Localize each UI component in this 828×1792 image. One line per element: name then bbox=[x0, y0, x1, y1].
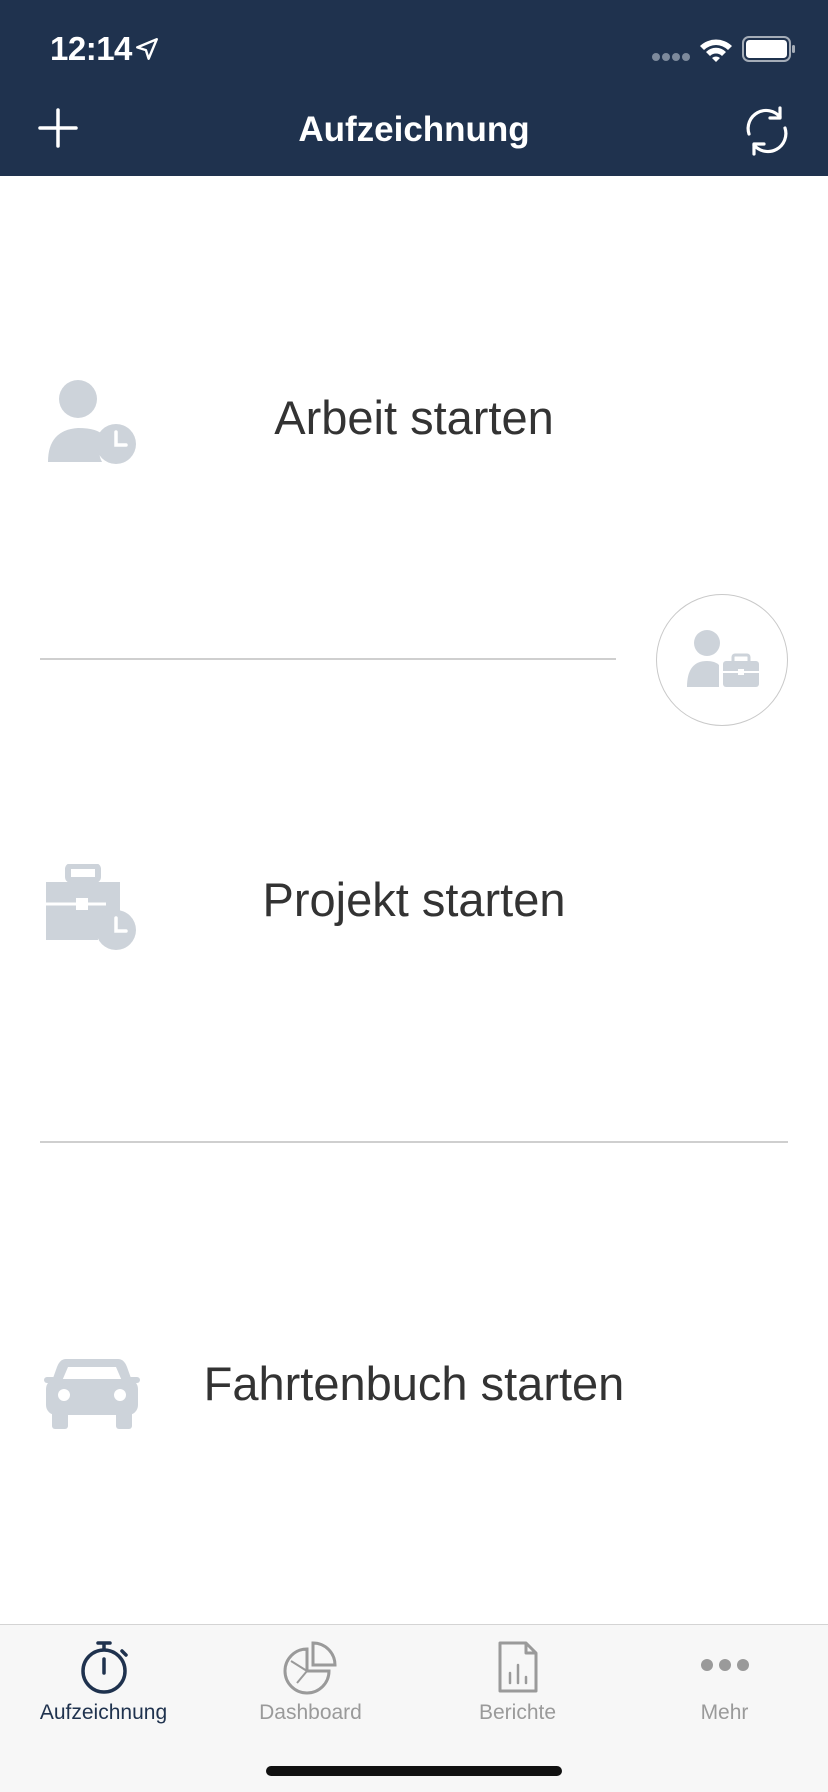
work-project-toggle-button[interactable] bbox=[656, 594, 788, 726]
battery-icon bbox=[742, 36, 795, 62]
start-work-label: Arbeit starten bbox=[274, 391, 554, 444]
start-project-button[interactable]: Projekt starten bbox=[0, 800, 828, 1000]
tab-label: Dashboard bbox=[259, 1701, 362, 1724]
stopwatch-icon bbox=[81, 1641, 128, 1694]
tab-mehr[interactable]: Mehr bbox=[621, 1625, 828, 1745]
more-dots-icon bbox=[701, 1659, 749, 1671]
cellular-signal-icon bbox=[652, 53, 690, 61]
status-time: 12:14 bbox=[50, 30, 132, 67]
divider bbox=[40, 658, 616, 660]
start-work-button[interactable]: Arbeit starten bbox=[0, 318, 828, 518]
tab-label: Mehr bbox=[700, 1701, 749, 1724]
page-title: Aufzeichnung bbox=[298, 110, 530, 149]
tab-berichte[interactable]: Berichte bbox=[414, 1625, 621, 1745]
tab-label: Berichte bbox=[478, 1701, 557, 1724]
tab-aufzeichnung[interactable]: Aufzeichnung bbox=[0, 1625, 207, 1745]
tab-dashboard[interactable]: Dashboard bbox=[207, 1625, 414, 1745]
wifi-icon bbox=[700, 39, 732, 62]
location-arrow-icon bbox=[136, 38, 158, 60]
divider bbox=[40, 1141, 788, 1143]
header-bar: 12:14 Aufzeichnung bbox=[0, 0, 828, 176]
sync-button[interactable] bbox=[740, 104, 794, 158]
report-document-icon bbox=[498, 1641, 538, 1693]
start-project-label: Projekt starten bbox=[262, 873, 566, 926]
sync-arrows-icon bbox=[746, 106, 788, 156]
start-logbook-button[interactable]: Fahrtenbuch starten bbox=[0, 1284, 828, 1484]
pie-chart-icon bbox=[283, 1641, 337, 1695]
start-logbook-label: Fahrtenbuch starten bbox=[203, 1357, 625, 1410]
home-indicator bbox=[266, 1766, 562, 1776]
tab-label: Aufzeichnung bbox=[39, 1701, 168, 1724]
user-briefcase-icon bbox=[687, 630, 759, 687]
